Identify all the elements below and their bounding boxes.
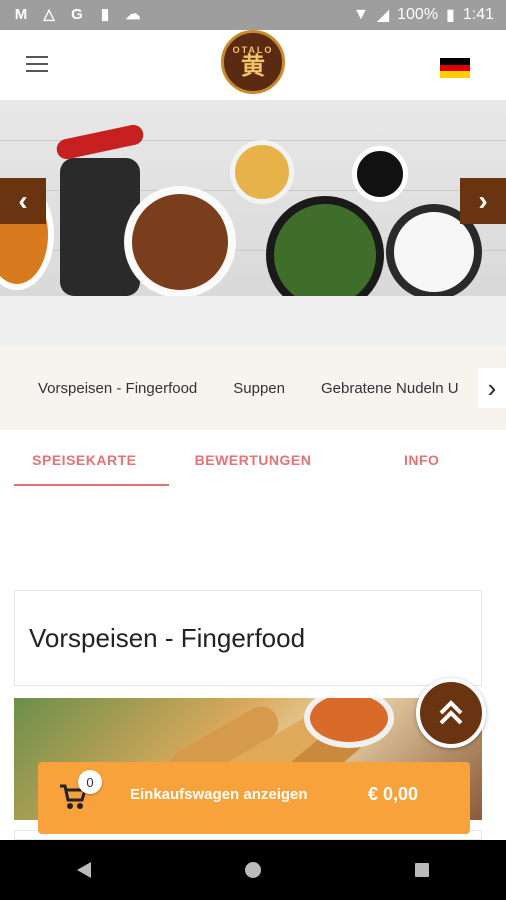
category-item[interactable]: Gebratene Nudeln U: [321, 380, 459, 397]
chili-image: [54, 123, 146, 161]
sdcard-icon: ▮: [100, 6, 110, 23]
tab-info[interactable]: INFO: [337, 430, 506, 490]
vegetable-bowl: [266, 196, 384, 296]
category-item[interactable]: Vorspeisen - Fingerfood: [38, 380, 197, 397]
drive-icon: △: [43, 6, 55, 23]
cart-count-badge: 0: [78, 770, 102, 794]
double-chevron-up-icon: [436, 698, 466, 728]
system-nav-bar: [0, 840, 506, 900]
hero-banner: ‹ ›: [0, 100, 506, 296]
section-header-card: Vorspeisen - Fingerfood: [14, 590, 482, 686]
menu-icon[interactable]: [26, 56, 48, 72]
category-bar: Vorspeisen - Fingerfood Suppen Gebratene…: [0, 346, 506, 430]
scroll-to-top-button[interactable]: [416, 678, 486, 748]
google-icon: G: [71, 6, 83, 23]
notification-icons: M △ G ▮ ☁: [12, 7, 142, 23]
tab-bar: SPEISEKARTE BEWERTUNGEN INFO: [0, 430, 506, 490]
beef-bowl: [124, 186, 236, 296]
german-flag-icon[interactable]: [440, 58, 470, 78]
wifi-icon: ▼: [352, 6, 369, 23]
hero-next-button[interactable]: ›: [460, 178, 506, 224]
hero-prev-button[interactable]: ‹: [0, 178, 46, 224]
app-header: OTALO 黄: [0, 30, 506, 100]
tab-speisekarte[interactable]: SPEISEKARTE: [0, 430, 169, 490]
cart-label: Einkaufswagen anzeigen: [130, 786, 308, 803]
recents-icon[interactable]: [402, 850, 442, 890]
cloud-icon: ☁: [125, 6, 141, 23]
battery-icon: ▮: [446, 7, 455, 24]
section-title: Vorspeisen - Fingerfood: [29, 622, 306, 653]
banner-spacer: [0, 296, 506, 346]
restaurant-logo[interactable]: OTALO 黄: [221, 30, 285, 94]
home-icon[interactable]: [233, 850, 273, 890]
soy-sauce-bowl: [352, 146, 408, 202]
status-bar: M △ G ▮ ☁ ▼ ◢ 100% ▮ 1:41: [0, 0, 506, 30]
view-cart-button[interactable]: 0 Einkaufswagen anzeigen € 0,00: [38, 762, 470, 834]
logo-mark: 黄: [241, 53, 265, 80]
clock: 1:41: [462, 6, 494, 23]
battery-percent: 100%: [397, 6, 439, 23]
back-icon[interactable]: [64, 850, 104, 890]
gmail-icon: M: [14, 6, 28, 23]
signal-icon: ◢: [376, 7, 390, 24]
cart-total: € 0,00: [368, 784, 419, 804]
category-item[interactable]: Suppen: [233, 380, 285, 397]
tab-bewertungen[interactable]: BEWERTUNGEN: [169, 430, 338, 490]
spring-rolls-bowl: [230, 140, 294, 204]
category-next-icon[interactable]: ›: [478, 368, 506, 408]
